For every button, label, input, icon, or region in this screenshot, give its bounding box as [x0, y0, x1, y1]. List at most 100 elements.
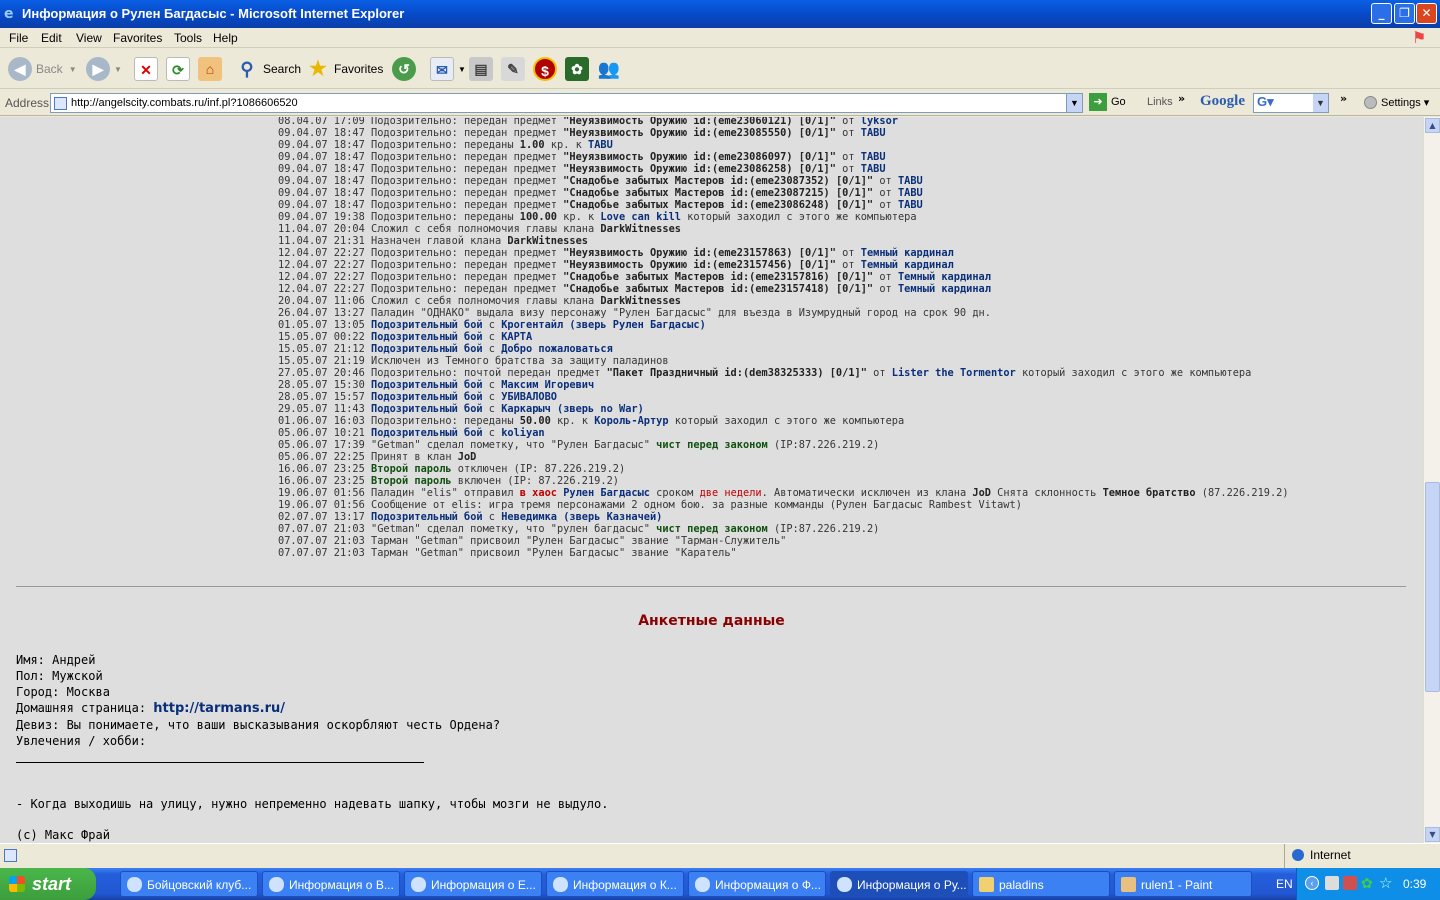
- chevron-icon-2[interactable]: »: [1340, 92, 1347, 105]
- home-button[interactable]: ⌂: [198, 55, 226, 83]
- chevron-icon[interactable]: »: [1178, 92, 1185, 105]
- log-link[interactable]: Король-Артур: [594, 415, 668, 427]
- page-icon: [54, 97, 67, 110]
- log-link[interactable]: Каркарыч (зверь no War): [501, 403, 644, 415]
- tray-expand-icon[interactable]: ‹: [1305, 876, 1319, 890]
- log-text: DarkWitnesses: [600, 223, 681, 235]
- homepage-link[interactable]: http://tarmans.ru/: [153, 701, 285, 716]
- tray-star-icon[interactable]: ☆: [1379, 874, 1392, 892]
- log-link[interactable]: КАРТА: [501, 331, 532, 343]
- menu-help[interactable]: Help: [213, 31, 238, 45]
- log-link[interactable]: TABU: [898, 175, 923, 187]
- messenger-icon: 👥: [597, 59, 621, 79]
- log-link[interactable]: Темный кардинал: [898, 283, 991, 295]
- log-link[interactable]: koliyan: [501, 427, 544, 439]
- back-button[interactable]: ◀ Back ▼: [8, 55, 77, 83]
- scroll-thumb[interactable]: [1425, 482, 1440, 692]
- log-text: 09.04.07 18:47 Подозрительно: переданы: [278, 139, 520, 151]
- log-link[interactable]: TABU: [861, 163, 886, 175]
- scroll-down-icon[interactable]: ▼: [1425, 827, 1440, 842]
- start-button[interactable]: start: [0, 868, 96, 900]
- log-link[interactable]: Подозрительный бой: [371, 511, 483, 523]
- minimize-button[interactable]: _: [1371, 3, 1392, 24]
- log-link[interactable]: Подозрительный бой: [371, 379, 483, 391]
- taskbar-item[interactable]: Информация о В...: [262, 871, 400, 897]
- go-arrow-icon[interactable]: ➜: [1089, 93, 1107, 111]
- log-link[interactable]: Неведимка (зверь Казначей): [501, 511, 662, 523]
- menu-file[interactable]: File: [9, 31, 28, 45]
- clock[interactable]: 0:39: [1403, 877, 1426, 891]
- log-link[interactable]: Максим Игоревич: [501, 379, 594, 391]
- taskbar-item[interactable]: Информация о Ф...: [688, 871, 826, 897]
- addon-button-2[interactable]: ✿: [565, 55, 593, 83]
- log-link[interactable]: Подозрительный бой: [371, 343, 483, 355]
- log-link[interactable]: Подозрительный бой: [371, 427, 483, 439]
- scroll-up-icon[interactable]: ▲: [1425, 118, 1440, 133]
- tray-app-icon[interactable]: [1343, 876, 1357, 890]
- google-dropdown-icon[interactable]: ▼: [1313, 94, 1328, 112]
- log-link[interactable]: Темный кардинал: [898, 271, 991, 283]
- log-text: 01.06.07 16:03 Подозрительно: переданы: [278, 415, 520, 427]
- taskbar-item[interactable]: Бойцовский клуб...: [120, 871, 258, 897]
- history-button[interactable]: ↺: [392, 55, 420, 83]
- log-link[interactable]: Темный кардинал: [861, 247, 954, 259]
- log-text: 26.04.07 13:27 Паладин "ОДНАКО" выдала в…: [278, 307, 991, 319]
- log-link[interactable]: TABU: [898, 187, 923, 199]
- log-link[interactable]: Рулен Багдасыс: [563, 487, 650, 499]
- log-entry: 11.04.07 21:31 Назначен главой клана Dar…: [278, 235, 1289, 247]
- taskbar-item-active[interactable]: Информация о Ру...: [830, 871, 968, 897]
- log-link[interactable]: Подозрительный бой: [371, 331, 483, 343]
- address-input[interactable]: http://angelscity.combats.ru/inf.pl?1086…: [50, 93, 1083, 113]
- menu-favorites[interactable]: Favorites: [113, 31, 162, 45]
- close-button[interactable]: ✕: [1416, 3, 1437, 24]
- menu-edit[interactable]: Edit: [41, 31, 62, 45]
- log-link[interactable]: Подозрительный бой: [371, 391, 483, 403]
- edit-button[interactable]: ✎: [501, 55, 529, 83]
- refresh-button[interactable]: ⟳: [166, 55, 194, 83]
- search-button[interactable]: ⚲ Search: [235, 55, 301, 83]
- language-indicator[interactable]: EN: [1276, 877, 1293, 891]
- messenger-button[interactable]: 👥: [597, 55, 625, 83]
- links-label[interactable]: Links: [1147, 96, 1173, 108]
- go-button[interactable]: Go: [1111, 96, 1126, 108]
- log-link[interactable]: Добро пожаловаться: [501, 343, 613, 355]
- forward-button[interactable]: ▶ ▼: [86, 55, 122, 83]
- vertical-scrollbar[interactable]: ▲ ▼: [1423, 117, 1440, 843]
- taskbar-item[interactable]: Информация о Е...: [404, 871, 542, 897]
- log-entry: 07.07.07 21:03 "Getman" сделал пометку, …: [278, 523, 1289, 535]
- log-link[interactable]: TABU: [861, 151, 886, 163]
- log-link[interactable]: Love can kill: [600, 211, 681, 223]
- taskbar-item[interactable]: Информация о К...: [546, 871, 684, 897]
- google-search-box[interactable]: G▾ ▼: [1253, 93, 1329, 113]
- taskbar-item[interactable]: rulen1 - Paint: [1114, 871, 1252, 897]
- folder-icon: [979, 877, 994, 892]
- taskbar-item[interactable]: paladins: [972, 871, 1110, 897]
- print-button[interactable]: ▤: [469, 55, 497, 83]
- menu-tools[interactable]: Tools: [174, 31, 202, 45]
- mail-button[interactable]: ✉ ▼: [430, 55, 466, 83]
- log-link[interactable]: TABU: [588, 139, 613, 151]
- settings-button[interactable]: Settings ▾: [1381, 96, 1429, 109]
- log-link[interactable]: Подозрительный бой: [371, 319, 483, 331]
- network-icon[interactable]: [1325, 876, 1339, 890]
- log-link[interactable]: УБИВАЛОВО: [501, 391, 557, 403]
- log-link[interactable]: Lister the Tormentor: [892, 367, 1016, 379]
- title-bar[interactable]: e Информация о Рулен Багдасыс - Microsof…: [0, 0, 1440, 28]
- ie-icon: [837, 877, 852, 892]
- log-link[interactable]: Темный кардинал: [861, 259, 954, 271]
- log-link[interactable]: Подозрительный бой: [371, 403, 483, 415]
- log-link[interactable]: Крогентайл (зверь Рулен Багдасыс): [501, 319, 706, 331]
- log-text: с: [482, 343, 502, 355]
- stop-button[interactable]: ✕: [134, 55, 162, 83]
- address-dropdown-icon[interactable]: ▼: [1066, 94, 1082, 112]
- addon-button-1[interactable]: $: [533, 55, 561, 83]
- log-link[interactable]: lyksor: [861, 117, 898, 127]
- favorites-button[interactable]: ★ Favorites: [306, 55, 383, 83]
- maximize-button[interactable]: ❐: [1394, 3, 1415, 24]
- status-separator: [1284, 844, 1285, 868]
- menu-view[interactable]: View: [76, 31, 102, 45]
- log-text: 09.04.07 19:38 Подозрительно: переданы: [278, 211, 520, 223]
- log-link[interactable]: TABU: [861, 127, 886, 139]
- tray-flower-icon[interactable]: ✿: [1361, 875, 1373, 892]
- log-link[interactable]: TABU: [898, 199, 923, 211]
